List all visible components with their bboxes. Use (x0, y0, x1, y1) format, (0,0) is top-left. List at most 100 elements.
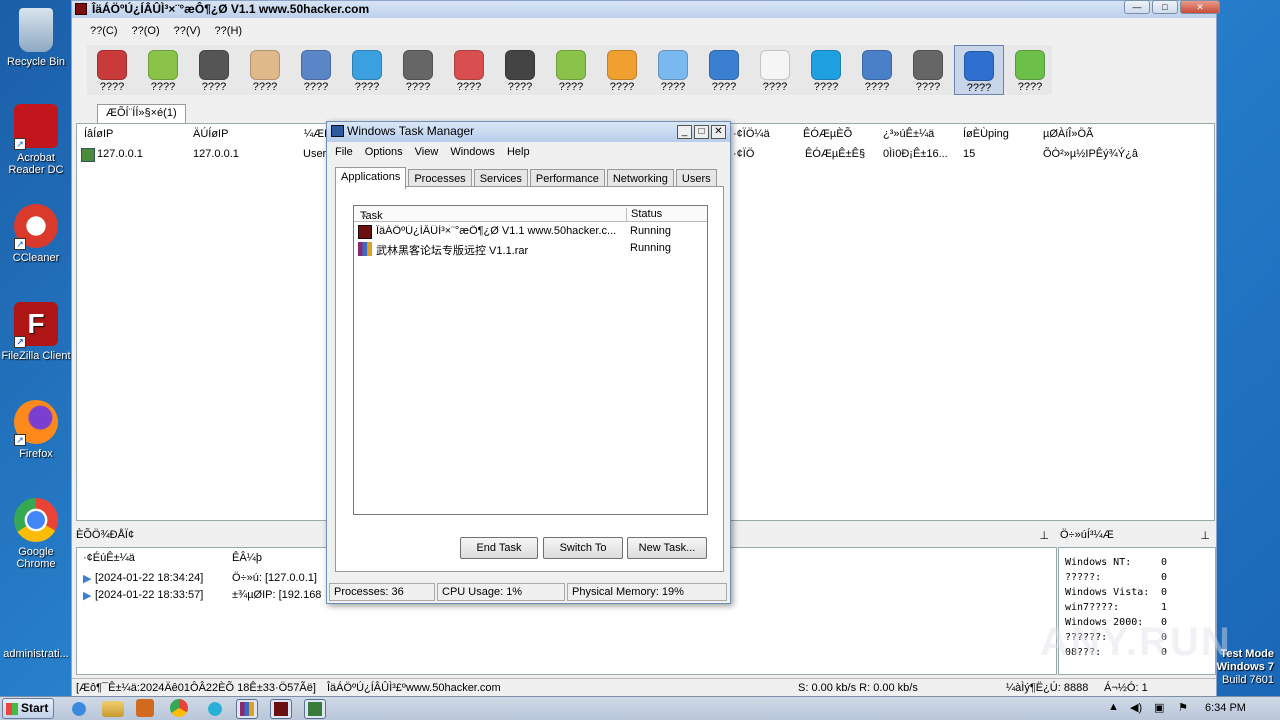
desktop-icon-firefox[interactable]: ↗ Firefox (0, 400, 72, 460)
edge-icon[interactable] (204, 699, 226, 719)
taskbar-clock[interactable]: 6:34 PM (1205, 702, 1246, 714)
col-wan-ip[interactable]: ÍâÍøIP (84, 128, 113, 140)
menu-item-2[interactable]: ??(O) (126, 21, 166, 43)
col-uptime[interactable]: ¿³»úÊ±¼ä (883, 128, 934, 140)
maximize-button[interactable]: □ (1152, 0, 1178, 14)
row-uptime: 0Ìì0Ð¡Ê±16... (883, 148, 948, 160)
tab-applications[interactable]: Applications (335, 167, 407, 189)
toolbar-button-18[interactable]: ???? (954, 45, 1004, 95)
log-col-event[interactable]: ÊÂ¼þ (232, 552, 262, 564)
toolbar-button-17[interactable]: ???? (903, 45, 953, 95)
col-video[interactable]: ÊÓÆµÈÕ (803, 128, 852, 140)
toolbar-button-19[interactable]: ???? (1005, 45, 1055, 95)
tray-expand-icon[interactable]: ▲ (1108, 701, 1119, 713)
ie-icon[interactable] (68, 699, 90, 719)
task-manager-controls: _ □ ✕ (677, 125, 726, 139)
toolbar-button-8[interactable]: ???? (444, 45, 494, 95)
start-button[interactable]: Start (2, 698, 54, 719)
rat-taskbar-icon[interactable] (270, 699, 292, 719)
tm-minimize-button[interactable]: _ (677, 125, 692, 139)
chrome-taskbar-icon[interactable] (170, 699, 188, 717)
acrobat-icon: ↗ (14, 104, 58, 150)
toolbar-button-6[interactable]: ???? (342, 45, 392, 95)
toolbar-label: ???? (354, 81, 380, 93)
task-row[interactable]: ÎäÁÖºÚ¿ÍÂÛÌ³×¨°æÔ¶¿Ø V1.1 www.50hacker.c… (358, 224, 704, 240)
os-stat-row: ?????: 0 (1065, 572, 1167, 583)
toolbar-button-12[interactable]: ???? (648, 45, 698, 95)
toolbar-button-4[interactable]: ???? (240, 45, 290, 95)
col-lan-ip[interactable]: ÄÚÍøIP (193, 128, 228, 140)
row-computer: User (303, 148, 327, 160)
toolbar-button-3[interactable]: ???? (189, 45, 239, 95)
toolbar-button-9[interactable]: ???? (495, 45, 545, 95)
new-task-button[interactable]: New Task... (627, 537, 707, 559)
winrar-taskbar-icon[interactable] (236, 699, 258, 719)
col-ping[interactable]: ÍøÈÙping (963, 128, 1009, 140)
task-manager-title-bar[interactable]: Windows Task Manager _ □ ✕ (327, 122, 730, 142)
toolbar-label: ???? (201, 81, 227, 93)
desktop-icon-label: Google Chrome (16, 546, 56, 570)
desktop-icon-recycle-bin[interactable]: Recycle Bin (0, 8, 72, 68)
task-status: Running (630, 225, 671, 237)
toolbar-button-13[interactable]: ???? (699, 45, 749, 95)
taskmgr-taskbar-icon[interactable] (304, 699, 326, 719)
desktop-icon-chrome[interactable]: Google Chrome (0, 498, 72, 570)
toolbar-icon (760, 50, 790, 80)
minimize-button[interactable]: — (1124, 0, 1150, 14)
desktop-icon-filezilla[interactable]: F ↗ FileZilla Client (0, 302, 72, 362)
toolbar-button-11[interactable]: ???? (597, 45, 647, 95)
app-title-bar[interactable]: ÎäÁÖºÚ¿ÍÂÛÌ³×¨°æÔ¶¿Ø V1.1 www.50hacker.c… (72, 1, 1216, 18)
menu-options[interactable]: Options (359, 144, 409, 160)
task-manager-window: Windows Task Manager _ □ ✕ File Options … (326, 121, 731, 604)
toolbar-label: ???? (813, 81, 839, 93)
log-col-time[interactable]: ·¢ÉúÊ±¼ä (83, 552, 135, 564)
switch-to-button[interactable]: Switch To (543, 537, 623, 559)
toolbar-icon (250, 50, 280, 80)
network-icon[interactable]: ▣ (1154, 701, 1164, 714)
toolbar-button-14[interactable]: ???? (750, 45, 800, 95)
toolbar-button-15[interactable]: ???? (801, 45, 851, 95)
volume-icon[interactable]: ◀) (1130, 701, 1142, 714)
status-speed: S: 0.00 kb/s R: 0.00 kb/s (798, 682, 918, 694)
menu-item-1[interactable]: ??(C) (84, 21, 124, 43)
toolbar-button-7[interactable]: ???? (393, 45, 443, 95)
desktop-icon-ccleaner[interactable]: ↗ CCleaner (0, 204, 72, 264)
task-row[interactable]: 武林黑客论坛专版远控 V1.1.rar Running (358, 241, 704, 257)
desktop-icon-user-folder[interactable]: administrati... (0, 620, 72, 660)
menu-view[interactable]: View (409, 144, 445, 160)
action-center-flag-icon[interactable]: ⚑ (1178, 701, 1188, 714)
pin-icon[interactable]: ⊥ (1200, 529, 1210, 542)
col-status[interactable]: Status (626, 208, 662, 222)
toolbar-button-5[interactable]: ???? (291, 45, 341, 95)
toolbar-button-1[interactable]: ???? (87, 45, 137, 95)
tm-close-button[interactable]: ✕ (711, 125, 726, 139)
toolbar-label: ???? (150, 81, 176, 93)
toolbar-icon (913, 50, 943, 80)
pin-icon[interactable]: ⊥ (1039, 529, 1049, 542)
tm-maximize-button[interactable]: □ (694, 125, 709, 139)
desktop-icon-acrobat[interactable]: ↗ Acrobat Reader DC (0, 104, 72, 176)
col-location[interactable]: µØÀíÎ»ÖÃ (1043, 128, 1093, 140)
menu-item-3[interactable]: ??(V) (168, 21, 207, 43)
end-task-button[interactable]: End Task (460, 537, 538, 559)
explorer-icon[interactable] (102, 701, 124, 717)
menu-help[interactable]: Help (501, 144, 536, 160)
menu-file[interactable]: File (329, 144, 359, 160)
toolbar-icon (709, 50, 739, 80)
ccleaner-icon: ↗ (14, 204, 58, 250)
toolbar-label: ???? (609, 81, 635, 93)
task-list[interactable]: Task ▲ Status ÎäÁÖºÚ¿ÍÂÛÌ³×¨°æÔ¶¿Ø V1.1 … (353, 205, 708, 515)
status-cpu: CPU Usage: 1% (437, 583, 565, 601)
toolbar-button-2[interactable]: ???? (138, 45, 188, 95)
toolbar-button-16[interactable]: ???? (852, 45, 902, 95)
col-found[interactable]: ·¢ÏÖ¼ä (733, 128, 770, 140)
tab-host-group[interactable]: ÆÕÍ¨ÍÍ»§×é(1) (97, 104, 186, 123)
menu-item-4[interactable]: ??(H) (209, 21, 249, 43)
media-player-icon[interactable] (136, 699, 154, 717)
close-button[interactable]: ✕ (1180, 0, 1220, 14)
row-location: ÕÒ²»µ½IPÊý¾Ý¿â (1043, 148, 1138, 160)
menu-windows[interactable]: Windows (444, 144, 501, 160)
toolbar-button-10[interactable]: ???? (546, 45, 596, 95)
app-toolbar: ????????????????????????????????????????… (87, 45, 1052, 95)
recycle-bin-icon (19, 8, 53, 52)
